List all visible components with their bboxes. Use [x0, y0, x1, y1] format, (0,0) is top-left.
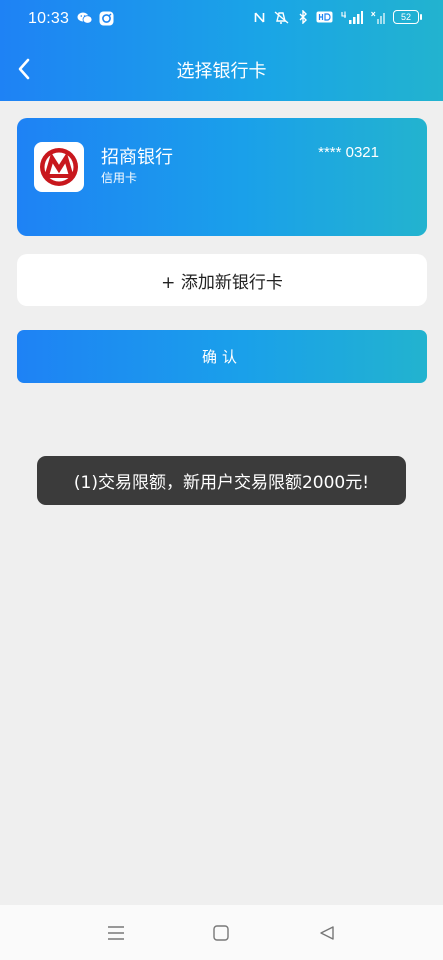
add-card-button[interactable]: + 添加新银行卡	[17, 254, 427, 306]
status-app-icons	[77, 10, 114, 26]
back-triangle-icon[interactable]	[315, 921, 339, 945]
card-number: **** 0321	[318, 144, 379, 161]
app-notification-icon	[99, 11, 114, 26]
bluetooth-icon	[299, 10, 308, 24]
signal-4g-icon	[341, 10, 363, 24]
menu-icon[interactable]	[104, 921, 128, 945]
bank-name: 招商银行	[101, 147, 173, 168]
wechat-icon	[77, 10, 93, 26]
page-title: 选择银行卡	[176, 61, 267, 82]
system-nav-bar	[0, 905, 443, 960]
hd-icon	[316, 11, 333, 23]
status-time: 10:33	[28, 10, 70, 27]
nfc-icon	[254, 11, 265, 24]
status-right-icons: 52	[254, 10, 422, 24]
toast-message: (1)交易限额，新用户交易限额2000元!	[37, 456, 406, 505]
nav-bar: 选择银行卡	[0, 45, 443, 95]
card-type: 信用卡	[101, 171, 138, 185]
confirm-button[interactable]: 确认	[17, 330, 427, 383]
home-icon[interactable]	[209, 921, 233, 945]
mute-icon	[273, 10, 291, 24]
signal-icon	[371, 11, 385, 24]
battery-indicator: 52	[393, 10, 422, 24]
bank-card-item[interactable]: 招商银行 信用卡 **** 0321	[17, 118, 427, 236]
cmb-logo-icon	[34, 142, 84, 192]
status-bar: 10:33 52	[0, 0, 443, 38]
page: 10:33 52 选择银行卡 招商银行 信用卡 **** 0321 + 添加新银…	[0, 0, 443, 960]
header: 10:33 52 选择银行卡	[0, 0, 443, 101]
